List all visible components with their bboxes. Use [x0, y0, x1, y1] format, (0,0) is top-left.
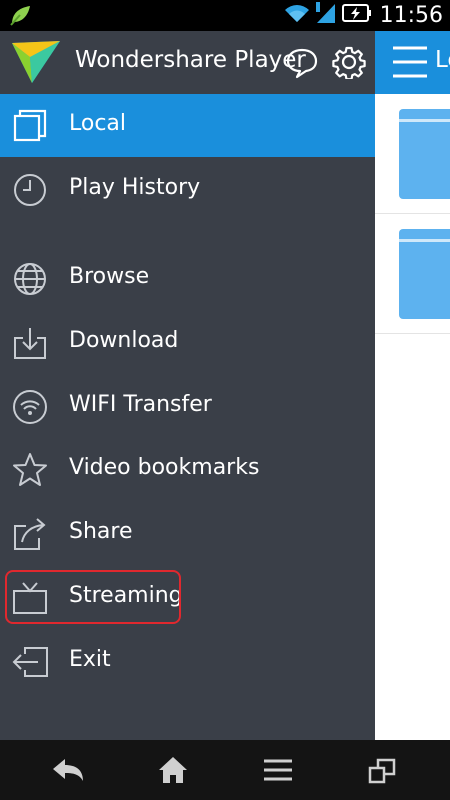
navigation-drawer: Wondershare Player Local Play History Br… [0, 31, 375, 740]
back-icon[interactable] [48, 754, 88, 786]
drawer-item-label: Local [69, 111, 127, 136]
star-icon [12, 452, 48, 488]
app-logo-icon [10, 39, 62, 90]
drawer-item-label: Download [69, 328, 179, 353]
drawer-item-label: Video bookmarks [69, 455, 260, 480]
drawer-item-share[interactable]: Share [0, 502, 375, 565]
status-bar: 11:56 [0, 0, 450, 31]
battery-charging-icon [341, 3, 378, 28]
recent-apps-icon[interactable] [362, 754, 402, 786]
home-icon[interactable] [153, 754, 193, 786]
drawer-item-label: Exit [69, 647, 111, 672]
share-icon [12, 516, 48, 552]
gear-icon[interactable] [332, 45, 366, 84]
main-toolbar: Local [375, 31, 450, 94]
wifi-icon [284, 2, 316, 29]
drawer-item-browse[interactable]: Browse [0, 247, 375, 310]
folder-icon [399, 109, 450, 204]
drawer-item-play-history[interactable]: Play History [0, 158, 375, 221]
exit-icon [12, 644, 48, 680]
clock-icon [12, 172, 48, 208]
drawer-item-label: Play History [69, 175, 201, 200]
navigation-bar [0, 740, 450, 800]
streaming-highlight-box [5, 570, 181, 624]
folder-list-item[interactable] [375, 94, 450, 214]
drawer-item-video-bookmarks[interactable]: Video bookmarks [0, 438, 375, 501]
signal-icon [315, 2, 342, 29]
drawer-item-label: WIFI Transfer [69, 392, 212, 417]
chat-bubble-icon[interactable] [285, 47, 319, 84]
drawer-item-wifi-transfer[interactable]: WIFI Transfer [0, 375, 375, 438]
drawer-item-exit[interactable]: Exit [0, 630, 375, 693]
toolbar-title: Local [435, 47, 450, 73]
menu-icon[interactable] [258, 754, 298, 786]
drawer-item-download[interactable]: Download [0, 311, 375, 374]
app-title: Wondershare Player [75, 47, 306, 73]
drawer-item-label: Share [69, 519, 133, 544]
main-panel: Local [375, 31, 450, 740]
download-icon [12, 325, 48, 361]
globe-icon [12, 261, 48, 297]
folder-list-item[interactable] [375, 214, 450, 334]
leaf-notification-icon [8, 4, 32, 31]
local-files-icon [12, 108, 48, 144]
status-time: 11:56 [379, 3, 443, 28]
drawer-item-local[interactable]: Local [0, 94, 375, 157]
folder-icon [399, 229, 450, 324]
hamburger-menu-icon[interactable] [393, 44, 427, 85]
drawer-item-label: Browse [69, 264, 150, 289]
drawer-header: Wondershare Player [0, 31, 375, 94]
wifi-transfer-icon [12, 389, 48, 425]
